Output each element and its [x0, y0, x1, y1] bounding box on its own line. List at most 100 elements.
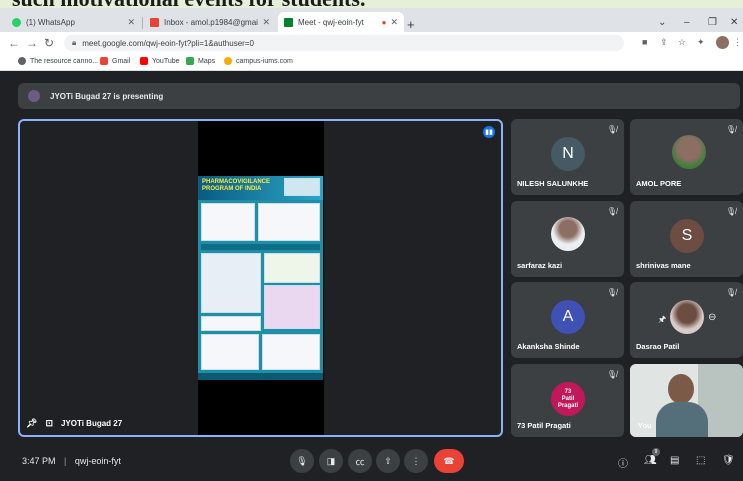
participant-name: 73 Patil Pragati: [517, 421, 571, 430]
meet-icon: [284, 17, 293, 27]
present-icon: ⇧: [384, 455, 392, 466]
participant-tile[interactable]: 🎙︎̸ AMOL PORE: [630, 119, 743, 195]
share-icon[interactable]: ⇪: [660, 37, 668, 48]
self-view-tile[interactable]: You: [630, 364, 743, 437]
new-tab-icon[interactable]: +: [407, 17, 415, 32]
presentation-slide: PHARMACOVIGILANCE PROGRAM OF INDIA: [198, 176, 323, 380]
mic-off-icon: 🎙︎̸: [725, 125, 736, 134]
gmail-icon: [150, 17, 159, 27]
end-call-button[interactable]: ☎: [434, 449, 464, 473]
bookmark-gmail[interactable]: Gmail: [100, 57, 130, 65]
background-slide-text: such motivational events for students.: [12, 0, 365, 8]
forward-icon[interactable]: →: [26, 36, 38, 50]
participant-name: shrinivas mane: [636, 261, 691, 270]
chat-icon[interactable]: ▤: [670, 455, 679, 466]
slide-image: [264, 285, 320, 329]
reload-icon[interactable]: ↻: [44, 36, 54, 50]
campus-icon: [224, 57, 232, 65]
meet-window: JYOTi Bugad 27 is presenting PHARMACOVIG…: [0, 71, 743, 481]
whatsapp-icon: [12, 17, 21, 27]
pin-icon[interactable]: 📌︎: [26, 418, 37, 429]
gmail-icon: [100, 57, 108, 65]
restore-icon[interactable]: ❐: [708, 17, 717, 28]
participant-name: Dasrao Patil: [636, 342, 680, 351]
avatar: A: [551, 300, 585, 334]
participant-tile[interactable]: 🎙︎̸ 73 Patil Pragati 73 Patil Pragati: [511, 364, 624, 437]
close-tab-icon[interactable]: ✕: [127, 17, 135, 28]
close-tab-icon[interactable]: ✕: [390, 17, 398, 28]
people-icon[interactable]: 👥︎: [644, 455, 657, 466]
minimize-icon[interactable]: –: [684, 17, 690, 28]
slide-section-bar: [201, 244, 320, 250]
presentation-tile[interactable]: PHARMACOVIGILANCE PROGRAM OF INDIA ▮▮ 📌︎…: [18, 119, 503, 437]
tab-whatsapp[interactable]: (1) WhatsApp ✕: [6, 12, 141, 32]
activities-icon[interactable]: ⬚: [696, 455, 705, 466]
recording-dot-icon: ●: [381, 17, 387, 27]
mic-off-icon: 🎙︎̸: [606, 207, 617, 216]
mic-off-icon: 🎙︎̸: [606, 288, 617, 297]
bookmark-star-icon[interactable]: ☆: [678, 37, 686, 48]
mic-off-icon: 🎙︎̸: [606, 125, 617, 134]
bookmark-youtube[interactable]: YouTube: [140, 57, 180, 65]
self-body: [656, 402, 708, 437]
tab-label: Meet - qwj-eoin-fyt: [298, 17, 364, 27]
close-window-icon[interactable]: ✕: [730, 17, 738, 28]
meeting-details-icon[interactable]: ⓘ: [618, 455, 628, 470]
meeting-info: 3:47 PM | qwj-eoin-fyt: [22, 456, 121, 466]
profile-avatar[interactable]: [716, 36, 729, 49]
participant-tile[interactable]: 🎙︎̸ A Akanksha Shinde: [511, 282, 624, 358]
meeting-controls-bar: 3:47 PM | qwj-eoin-fyt 🎙︎ ◨ ㏄ ⇧ ⋮ ☎ ⓘ 👥︎…: [0, 443, 743, 481]
participant-tile[interactable]: 🎙︎̸ 🖈︎ ⊖ Dasrao Patil: [630, 282, 743, 358]
extensions-icon[interactable]: ✦: [697, 37, 705, 48]
presenting-text: JYOTi Bugad 27 is presenting: [50, 91, 164, 101]
tab-meet[interactable]: Meet - qwj-eoin-fyt ● ✕: [278, 12, 404, 32]
lock-icon: 🔒︎: [72, 38, 77, 47]
slide-text-box: [201, 316, 261, 331]
more-icon: ⋮: [411, 455, 421, 466]
people-count-badge: 9: [652, 448, 660, 456]
participant-tile[interactable]: 🎙︎̸ sarfaraz kazi: [511, 201, 624, 277]
avatar: N: [551, 137, 585, 171]
youtube-icon: [140, 57, 148, 65]
microphone-button[interactable]: 🎙︎: [290, 449, 314, 473]
presenter-name: JYOTi Bugad 27: [60, 419, 123, 428]
url-field[interactable]: 🔒︎ meet.google.com/qwj-eoin-fyt?pli=1&au…: [64, 35, 624, 51]
close-tab-icon[interactable]: ✕: [262, 17, 270, 28]
pin-icon[interactable]: 🖈︎: [658, 312, 666, 328]
more-options-button[interactable]: ⋮: [404, 449, 428, 473]
url-text: meet.google.com/qwj-eoin-fyt?pli=1&authu…: [82, 38, 254, 48]
tab-label: Inbox - amol.p1984@gmail.com: [164, 17, 258, 27]
camera-icon: ◨: [326, 455, 336, 466]
participant-name: AMOL PORE: [636, 179, 682, 188]
mic-off-icon: 🎙︎̸: [725, 288, 736, 297]
mic-off-icon: 🎙︎̸: [606, 370, 617, 379]
avatar: [670, 300, 704, 334]
captions-button[interactable]: ㏄: [348, 449, 372, 473]
back-icon[interactable]: ←: [8, 36, 20, 50]
bookmark-maps[interactable]: Maps: [186, 57, 215, 65]
browser-address-bar: ← → ↻ 🔒︎ meet.google.com/qwj-eoin-fyt?pl…: [0, 32, 743, 54]
slide-diagram: [201, 253, 261, 313]
clock: 3:47 PM: [22, 456, 56, 466]
tab-label: (1) WhatsApp: [26, 17, 75, 27]
mic-off-icon: 🎙︎̸: [725, 207, 736, 216]
present-icon: ⊡: [45, 418, 53, 428]
bookmark-campus[interactable]: campus-iums.com: [224, 57, 293, 65]
present-button[interactable]: ⇧: [376, 449, 400, 473]
remove-icon[interactable]: ⊖: [708, 312, 716, 323]
avatar: 73 Patil Pragati: [551, 382, 585, 416]
host-controls-icon[interactable]: 🛡︎: [722, 455, 735, 466]
tab-gmail[interactable]: Inbox - amol.p1984@gmail.com ✕: [144, 12, 276, 32]
camera-icon[interactable]: ■: [642, 37, 647, 47]
menu-icon[interactable]: ⋮: [733, 37, 742, 48]
avatar: S: [670, 219, 704, 253]
presenter-avatar: [28, 90, 40, 102]
camera-button[interactable]: ◨: [319, 449, 343, 473]
participant-tile[interactable]: 🎙︎̸ S shrinivas mane: [630, 201, 743, 277]
participant-tile[interactable]: 🎙︎̸ N NILESH SALUNKHE: [511, 119, 624, 195]
shared-screen: PHARMACOVIGILANCE PROGRAM OF INDIA: [198, 121, 324, 435]
bookmark-resource[interactable]: The resource canno...: [18, 57, 98, 65]
self-label: You: [638, 421, 652, 430]
participant-name: sarfaraz kazi: [517, 261, 563, 270]
tab-search-icon[interactable]: ⌄: [658, 17, 666, 28]
